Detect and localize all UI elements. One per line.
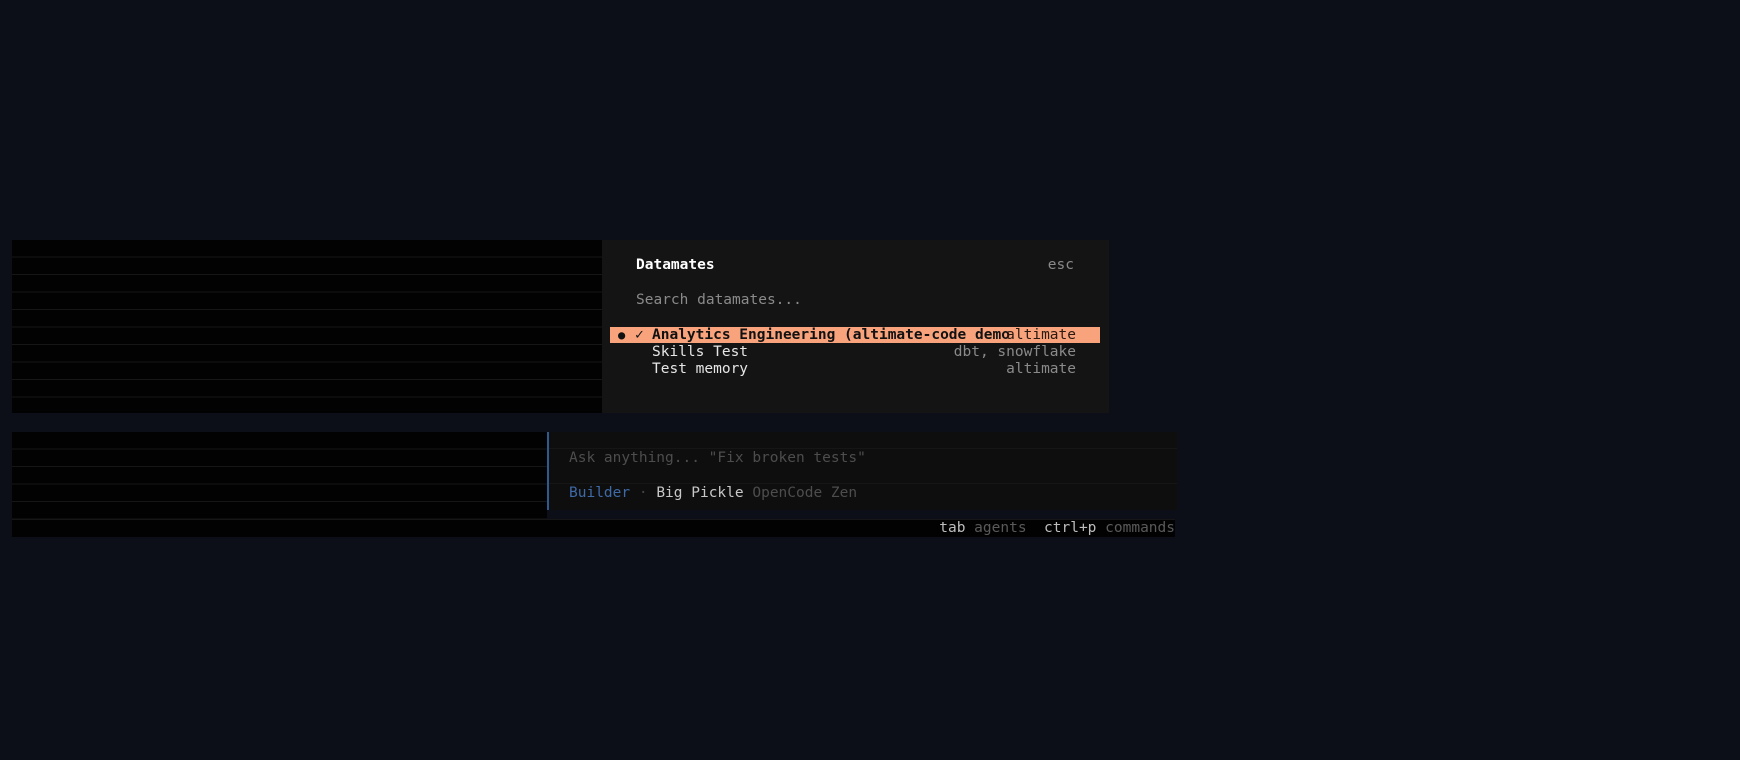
agent-selector[interactable]: Builder: [569, 485, 630, 501]
divider: [549, 483, 1177, 484]
check-icon: ✓: [635, 327, 644, 343]
dialog-title: Datamates: [636, 257, 715, 273]
prompt-box: Builder · Big Pickle OpenCode Zen: [547, 432, 1177, 510]
status-bar: tab agents ctrl+p commands: [12, 519, 1175, 537]
hint-key-tab: tab: [939, 520, 966, 536]
model-selector[interactable]: Big Pickle: [656, 485, 743, 501]
datamate-option-test-memory[interactable]: Test memory altimate: [610, 361, 1100, 377]
option-label: Analytics Engineering (altimate-code dem…: [652, 327, 1010, 343]
prompt-meta: Builder · Big Pickle OpenCode Zen: [569, 485, 857, 501]
keyboard-hints: tab agents ctrl+p commands: [939, 520, 1175, 537]
hint-label-commands[interactable]: commands: [1105, 520, 1175, 536]
option-tag: dbt, snowflake: [953, 344, 1076, 360]
hint-label-agents[interactable]: agents: [974, 520, 1026, 536]
datamates-dialog: Datamates esc ● ✓ Analytics Engineering …: [602, 240, 1109, 413]
provider-label: OpenCode Zen: [752, 485, 858, 501]
prompt-input[interactable]: [569, 450, 1159, 466]
option-label: Skills Test: [652, 344, 749, 360]
search-input[interactable]: [636, 292, 1066, 308]
datamate-option-skills-test[interactable]: Skills Test dbt, snowflake: [610, 344, 1100, 360]
hint-key-ctrl-p: ctrl+p: [1044, 520, 1097, 536]
option-label: Test memory: [652, 361, 749, 377]
active-bullet-icon: ●: [618, 328, 626, 342]
prompt-backdrop: [12, 432, 547, 519]
datamate-option-analytics-engineering[interactable]: ● ✓ Analytics Engineering (altimate-code…: [610, 327, 1100, 343]
separator: ·: [638, 485, 648, 501]
close-hint[interactable]: esc: [1048, 257, 1074, 273]
option-tag: altimate: [1006, 327, 1076, 343]
option-tag: altimate: [1006, 361, 1076, 377]
divider: [549, 448, 1177, 449]
dialog-backdrop: [12, 240, 602, 413]
